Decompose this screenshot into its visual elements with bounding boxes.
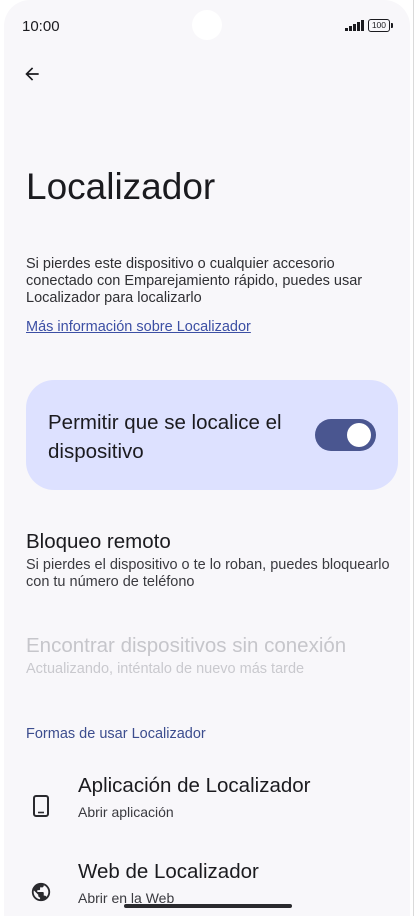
gesture-nav-bar[interactable]: [124, 904, 292, 908]
signal-icon: [345, 20, 364, 31]
arrow-back-icon: [25, 67, 39, 81]
finder-app-item[interactable]: Aplicación de Localizador Abrir aplicaci…: [4, 774, 410, 838]
allow-locate-toggle-card[interactable]: Permitir que se localice el dispositivo: [26, 380, 398, 490]
finder-app-subtitle: Abrir aplicación: [78, 804, 174, 820]
settings-screen: 10:00 100 Localizador Si pierdes este di…: [4, 0, 410, 916]
allow-locate-switch[interactable]: [315, 419, 376, 451]
finder-app-title: Aplicación de Localizador: [78, 774, 311, 797]
offline-devices-subtitle: Actualizando, inténtalo de nuevo más tar…: [26, 661, 305, 677]
battery-icon: 100: [367, 19, 394, 32]
remote-lock-item[interactable]: Bloqueo remoto Si pierdes el dispositivo…: [26, 529, 396, 591]
page-title: Localizador: [26, 166, 216, 207]
remote-lock-subtitle: Si pierdes el dispositivo o te lo roban,…: [26, 557, 390, 590]
allow-locate-label: Permitir que se localice el dispositivo: [48, 411, 282, 463]
ways-section-header: Formas de usar Localizador: [26, 726, 206, 742]
status-icons: 100: [345, 19, 394, 32]
offline-devices-item: Encontrar dispositivos sin conexión Actu…: [26, 633, 396, 678]
switch-thumb: [347, 423, 371, 447]
status-time: 10:00: [22, 18, 60, 35]
globe-icon: [31, 882, 51, 902]
back-button[interactable]: [18, 60, 46, 88]
learn-more-link[interactable]: Más información sobre Localizador: [26, 319, 251, 335]
camera-cutout: [192, 10, 222, 40]
finder-web-title: Web de Localizador: [78, 860, 259, 883]
offline-devices-title: Encontrar dispositivos sin conexión: [26, 634, 347, 657]
status-bar: 10:00 100: [4, 0, 410, 48]
phone-icon: [33, 795, 49, 817]
remote-lock-title: Bloqueo remoto: [26, 530, 171, 553]
page-description: Si pierdes este dispositivo o cualquier …: [26, 256, 363, 306]
